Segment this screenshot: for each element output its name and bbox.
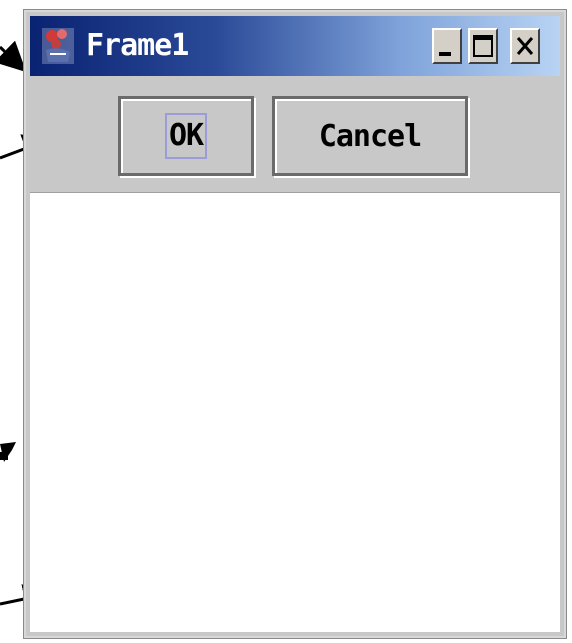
close-button[interactable] bbox=[510, 28, 540, 64]
cancel-button-label: Cancel bbox=[318, 118, 422, 154]
minimize-icon bbox=[439, 52, 451, 56]
ok-button-label: OK bbox=[164, 113, 208, 159]
content-pane[interactable] bbox=[30, 192, 560, 632]
title-bar[interactable]: Frame1 bbox=[30, 16, 560, 76]
close-icon bbox=[516, 37, 534, 55]
application-window: Frame1 OK Cancel bbox=[23, 9, 567, 639]
cancel-button[interactable]: Cancel bbox=[272, 96, 468, 176]
window-title: Frame1 bbox=[86, 28, 189, 63]
button-panel: OK Cancel bbox=[30, 80, 560, 190]
minimize-button[interactable] bbox=[432, 28, 462, 64]
arrow-fragment bbox=[0, 442, 16, 462]
arrow-to-titlebar bbox=[0, 40, 27, 73]
java-app-icon bbox=[42, 28, 74, 64]
ok-button[interactable]: OK bbox=[118, 96, 254, 176]
maximize-icon bbox=[473, 35, 493, 57]
maximize-button[interactable] bbox=[468, 28, 498, 64]
